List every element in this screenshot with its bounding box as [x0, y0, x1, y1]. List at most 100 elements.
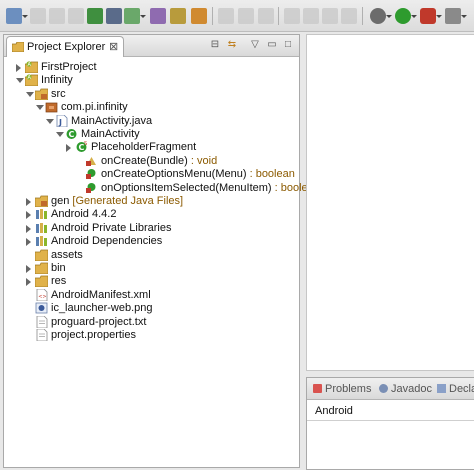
step-over-icon[interactable]	[341, 8, 357, 24]
collapsed-arrow-icon[interactable]	[16, 64, 21, 72]
android-sdk-manager-icon[interactable]	[87, 8, 103, 24]
tree-item[interactable]: com.pi.infinity	[4, 101, 299, 114]
tree-item[interactable]: Android 4.4.2	[4, 208, 299, 221]
tree-item[interactable]: C MainActivity	[4, 128, 299, 141]
minimize-icon[interactable]: ▭	[266, 39, 278, 51]
tree-item[interactable]: <> AndroidManifest.xml	[4, 288, 299, 302]
collapsed-arrow-icon[interactable]	[26, 198, 31, 206]
toolbar-separator	[278, 7, 279, 25]
tree-item-label: AndroidManifest.xml	[51, 289, 151, 302]
android-project-icon: A	[24, 74, 39, 87]
tab-declaration-label: Decla	[449, 383, 474, 395]
xml-file-icon: <>	[35, 288, 48, 302]
tree-item-label: com.pi.infinity	[61, 101, 128, 114]
problems-icon	[313, 384, 322, 393]
tab-declaration[interactable]: Decla	[437, 383, 474, 395]
svg-text:S: S	[84, 141, 87, 147]
collapsed-arrow-icon[interactable]	[26, 211, 31, 220]
tree-item-label: FirstProject	[41, 61, 97, 74]
tree-item[interactable]: res	[4, 275, 299, 288]
tree-item-name: gen	[51, 195, 70, 207]
new-android-xml-icon[interactable]	[170, 8, 186, 24]
run-icon[interactable]	[395, 8, 417, 24]
maximize-icon[interactable]: □	[282, 39, 294, 51]
save-icon[interactable]	[30, 8, 46, 24]
tree-item[interactable]: J MainActivity.java	[4, 114, 299, 128]
expanded-arrow-icon[interactable]	[56, 132, 64, 137]
tree-item-name: ic_launcher-web.png	[51, 302, 153, 315]
tree-item[interactable]: src	[4, 88, 299, 101]
protected-method-icon	[85, 155, 98, 167]
tree-item[interactable]: A Infinity	[4, 74, 299, 87]
debug-icon[interactable]	[370, 8, 392, 24]
tree-item-name: AndroidManifest.xml	[51, 288, 151, 301]
class-icon: C	[65, 128, 78, 140]
view-menu-icon[interactable]: ▽	[249, 39, 261, 51]
tree-item-name: PlaceholderFragment	[91, 141, 197, 154]
tree-item-name: Infinity	[41, 74, 73, 87]
tree-item[interactable]: Android Private Libraries	[4, 222, 299, 235]
tree-item-label: MainActivity.java	[71, 115, 152, 128]
resume-icon[interactable]	[284, 8, 300, 24]
expanded-arrow-icon[interactable]	[16, 78, 24, 84]
print-icon[interactable]	[68, 8, 84, 24]
tree-item-label: bin	[51, 262, 66, 275]
project-tree: A FirstProject A Infinity src com.pi.infinity…	[4, 58, 320, 466]
tree-item-name: com.pi.infinity	[61, 101, 128, 114]
tree-item-label: Android 4.4.2	[51, 208, 116, 221]
tree-item[interactable]: Android Dependencies	[4, 235, 299, 248]
lint-check-icon[interactable]	[124, 8, 146, 24]
external-tools-icon[interactable]	[420, 8, 442, 24]
text-file-icon	[35, 328, 48, 342]
tree-item[interactable]: assets	[4, 249, 299, 262]
toolbar-separator	[362, 7, 363, 25]
tree-item[interactable]: bin	[4, 262, 299, 275]
collapse-all-icon[interactable]: ⊟	[209, 39, 221, 51]
tree-item-label: Android Private Libraries	[51, 222, 171, 235]
collapsed-arrow-icon[interactable]	[66, 144, 71, 153]
tree-item[interactable]: onCreate(Bundle) : void	[4, 155, 299, 168]
new-icon[interactable]	[6, 8, 28, 24]
svg-text:J: J	[58, 118, 62, 127]
tree-item-name: Android 4.4.2	[51, 208, 117, 221]
tree-item[interactable]: proguard-project.txt	[4, 315, 299, 329]
link-with-editor-icon[interactable]: ⇆	[226, 39, 238, 51]
tree-item[interactable]: onOptionsItemSelected(MenuItem) : boolea…	[4, 182, 320, 195]
expanded-arrow-icon[interactable]	[26, 91, 34, 97]
tree-item[interactable]: ic_launcher-web.png	[4, 302, 299, 315]
tab-javadoc[interactable]: Javadoc	[379, 383, 432, 395]
tree-item[interactable]: project.properties	[4, 328, 299, 342]
save-all-icon[interactable]	[49, 8, 65, 24]
new-android-project-icon[interactable]	[150, 8, 166, 24]
coverage-icon[interactable]	[445, 8, 467, 24]
suspend-icon[interactable]	[303, 8, 319, 24]
tree-item-name: assets	[51, 248, 83, 261]
tree-item[interactable]: A FirstProject	[4, 61, 299, 74]
redo-icon[interactable]	[238, 8, 254, 24]
text-file-icon	[35, 315, 48, 328]
tab-problems[interactable]: Problems	[313, 383, 371, 395]
expanded-arrow-icon[interactable]	[36, 105, 44, 111]
terminate-icon[interactable]	[322, 8, 338, 24]
android-avd-manager-icon[interactable]	[106, 8, 122, 24]
tree-item-name: FirstProject	[41, 61, 97, 73]
tree-item[interactable]: onCreateOptionsMenu(Menu) : boolean	[4, 168, 299, 181]
collapsed-arrow-icon[interactable]	[26, 238, 31, 247]
skip-breakpoints-icon[interactable]	[191, 8, 207, 24]
toolbar-separator	[212, 7, 213, 25]
collapsed-arrow-icon[interactable]	[26, 265, 31, 273]
collapsed-arrow-icon[interactable]	[26, 224, 31, 233]
undo-icon[interactable]	[218, 8, 234, 24]
tree-item[interactable]: gen [Generated Java Files]	[4, 195, 299, 208]
expanded-arrow-icon[interactable]	[46, 118, 54, 124]
tree-item-label: onCreateOptionsMenu(Menu) : boolean	[101, 168, 295, 181]
tree-item-label: src	[51, 88, 66, 101]
svg-text:A: A	[28, 62, 32, 68]
refresh-icon[interactable]	[258, 8, 274, 24]
tree-item[interactable]: C S PlaceholderFragment	[4, 141, 299, 154]
project-explorer-view: Project Explorer ⊠ ⊟ ⇆ ▽ ▭ □ A FirstProje…	[3, 34, 320, 468]
collapsed-arrow-icon[interactable]	[26, 278, 31, 287]
close-icon[interactable]: ⊠	[109, 40, 118, 53]
tree-item-name: onCreateOptionsMenu(Menu)	[101, 168, 247, 181]
tab-project-explorer[interactable]: Project Explorer ⊠	[6, 36, 124, 57]
